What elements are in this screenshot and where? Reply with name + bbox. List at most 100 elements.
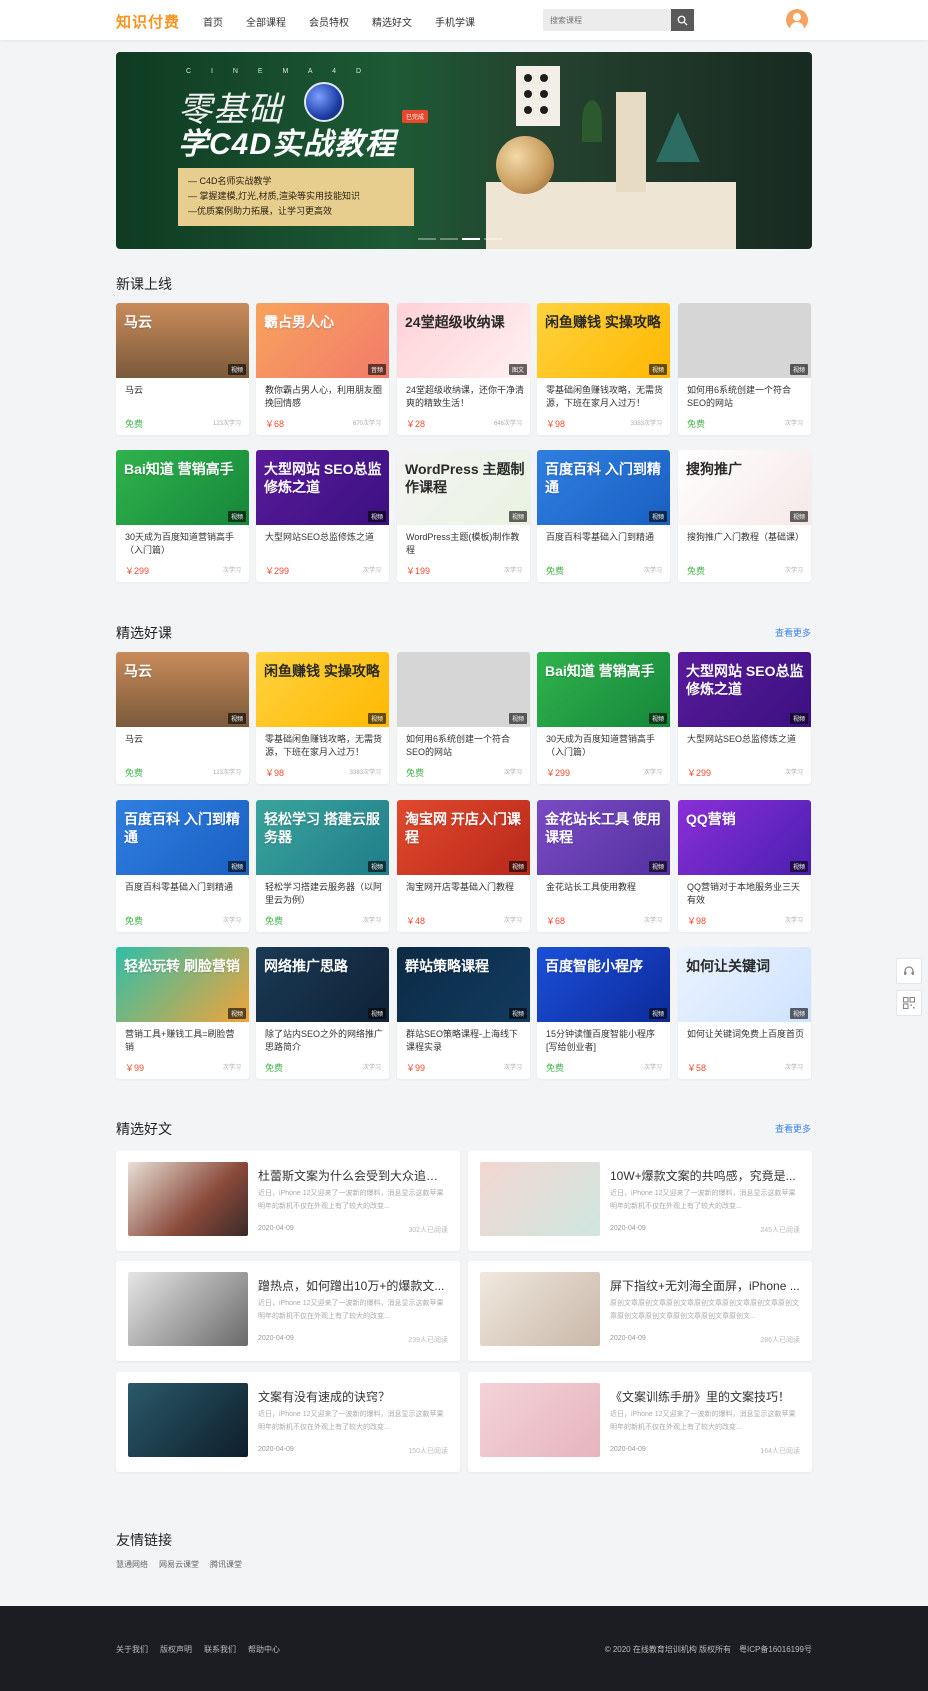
course-title[interactable]: 30天成为百度知道营销高手（入门篇） [125,531,243,557]
course-title[interactable]: 除了站内SEO之外的网络推广思路简介 [265,1028,383,1054]
course-title[interactable]: 群站SEO策略课程-上海线下课程实录 [406,1028,524,1054]
article-card[interactable]: 《文案训练手册》里的文案技巧！ 近日，iPhone 12又迎来了一波新的爆料，消息… [468,1372,812,1472]
nav-articles[interactable]: 精选好文 [372,14,412,29]
nav-home[interactable]: 首页 [203,14,223,29]
course-title[interactable]: 如何用6系统创建一个符合SEO的网站 [406,733,524,759]
course-title[interactable]: 轻松学习搭建云服务器（以阿里云为例） [265,881,383,907]
article-thumbnail[interactable] [128,1383,248,1457]
course-title[interactable]: WordPress主题(模板)制作教程 [406,531,524,557]
course-card[interactable]: QQ营销 视频 QQ营销对于本地服务业三天有效 ￥98 次学习 [678,800,811,932]
course-card[interactable]: 马云 视频 马云 免费 123次学习 [116,303,249,435]
course-card[interactable]: WordPress 主题制作课程 视频 WordPress主题(模板)制作教程 ￥19… [397,450,530,582]
course-card[interactable]: Bai知道 营销高手 视频 30天成为百度知道营销高手（入门篇） ￥299 次学习 [116,450,249,582]
course-card[interactable]: 视频 如何用6系统创建一个符合SEO的网站 免费 次学习 [678,303,811,435]
course-card[interactable]: 轻松玩转 刷脸营销 视频 营销工具+赚钱工具=刷脸营销 ￥99 次学习 [116,947,249,1079]
course-thumbnail[interactable]: 大型网站 SEO总监修炼之道 视频 [678,652,811,727]
article-card[interactable]: 蹭热点，如何蹭出10万+的爆款文... 近日，iPhone 12又迎来了一波新的爆… [116,1261,460,1361]
course-thumbnail[interactable]: 霸占男人心 音频 [256,303,389,378]
course-thumbnail[interactable]: 轻松学习 搭建云服务器 视频 [256,800,389,875]
course-card[interactable]: 闲鱼赚钱 实操攻略 视频 零基础闲鱼赚钱攻略，无需货源，下班在家月入过万！ ￥98 33… [537,303,670,435]
course-thumbnail[interactable]: 网络推广思路 视频 [256,947,389,1022]
course-title[interactable]: 教你霸占男人心，利用朋友圈挽回情感 [265,384,383,410]
banner-dot-active[interactable] [462,238,480,240]
article-title[interactable]: 文案有没有速成的诀窍？ [258,1388,448,1405]
course-thumbnail[interactable]: 百度智能小程序 视频 [537,947,670,1022]
course-title[interactable]: 百度百科零基础入门到精通 [546,531,664,557]
course-card[interactable]: 百度百科 入门到精通 视频 百度百科零基础入门到精通 免费 次学习 [537,450,670,582]
featured-more-link[interactable]: 查看更多 [775,626,811,639]
articles-more-link[interactable]: 查看更多 [775,1122,811,1135]
course-card[interactable]: 闲鱼赚钱 实操攻略 视频 零基础闲鱼赚钱攻略，无需货源，下班在家月入过万！ ￥98 33… [256,652,389,784]
qrcode-button[interactable] [896,990,922,1016]
footer-link-contact[interactable]: 联系我们 [204,1644,236,1655]
course-title[interactable]: 金花站长工具使用教程 [546,881,664,907]
course-card[interactable]: 群站策略课程 视频 群站SEO策略课程-上海线下课程实录 ￥99 次学习 [397,947,530,1079]
article-title[interactable]: 10W+爆款文案的共鸣感，究竟是... [610,1167,800,1184]
course-card[interactable]: 马云 视频 马云 免费 123次学习 [116,652,249,784]
course-card[interactable]: Bai知道 营销高手 视频 30天成为百度知道营销高手（入门篇） ￥299 次学习 [537,652,670,784]
article-title[interactable]: 屏下指纹+无刘海全面屏，iPhone ... [610,1277,800,1294]
hero-banner[interactable]: C I N E M A 4 D 零基础 学C4D实战教程 已完成 — C4D名师… [116,52,812,249]
user-avatar[interactable] [786,9,808,31]
course-thumbnail[interactable]: 闲鱼赚钱 实操攻略 视频 [256,652,389,727]
article-card[interactable]: 屏下指纹+无刘海全面屏，iPhone ... 原创文章原创文章原创文章原创文章原创… [468,1261,812,1361]
article-card[interactable]: 10W+爆款文案的共鸣感，究竟是... 近日，iPhone 12又迎来了一波新的爆… [468,1151,812,1251]
banner-dot[interactable] [418,238,436,240]
course-thumbnail[interactable]: 视频 [397,652,530,727]
article-thumbnail[interactable] [128,1162,248,1236]
footer-link-help[interactable]: 帮助中心 [248,1644,280,1655]
course-title[interactable]: 30天成为百度知道营销高手（入门篇） [546,733,664,759]
course-title[interactable]: 淘宝网开店零基础入门教程 [406,881,524,907]
course-card[interactable]: 网络推广思路 视频 除了站内SEO之外的网络推广思路简介 免费 次学习 [256,947,389,1079]
article-thumbnail[interactable] [480,1162,600,1236]
banner-dot[interactable] [440,238,458,240]
course-title[interactable]: 马云 [125,384,243,410]
customer-service-button[interactable] [896,958,922,984]
course-thumbnail[interactable]: 轻松玩转 刷脸营销 视频 [116,947,249,1022]
article-title[interactable]: 蹭热点，如何蹭出10万+的爆款文... [258,1277,448,1294]
course-title[interactable]: 如何用6系统创建一个符合SEO的网站 [687,384,805,410]
friend-link[interactable]: 网易云课堂 [159,1559,199,1570]
article-thumbnail[interactable] [480,1272,600,1346]
course-title[interactable]: 大型网站SEO总监修炼之道 [687,733,805,759]
course-card[interactable]: 霸占男人心 音频 教你霸占男人心，利用朋友圈挽回情感 ￥68 670次学习 [256,303,389,435]
course-title[interactable]: 如何让关键词免费上百度首页 [687,1028,805,1054]
course-thumbnail[interactable]: 闲鱼赚钱 实操攻略 视频 [537,303,670,378]
course-card[interactable]: 轻松学习 搭建云服务器 视频 轻松学习搭建云服务器（以阿里云为例） 免费 次学习 [256,800,389,932]
site-logo[interactable]: 知识付费 [116,11,180,32]
course-thumbnail[interactable]: 淘宝网 开店入门课程 视频 [397,800,530,875]
course-thumbnail[interactable]: 搜狗推广 视频 [678,450,811,525]
course-thumbnail[interactable]: Bai知道 营销高手 视频 [116,450,249,525]
friend-link[interactable]: 腾讯课堂 [210,1559,242,1570]
course-title[interactable]: 大型网站SEO总监修炼之道 [265,531,383,557]
course-thumbnail[interactable]: 百度百科 入门到精通 视频 [116,800,249,875]
course-thumbnail[interactable]: 马云 视频 [116,303,249,378]
course-card[interactable]: 百度智能小程序 视频 15分钟读懂百度智能小程序[写给创业者] 免费 次学习 [537,947,670,1079]
course-thumbnail[interactable]: WordPress 主题制作课程 视频 [397,450,530,525]
course-thumbnail[interactable]: 24堂超级收纳课 图文 [397,303,530,378]
nav-mobile[interactable]: 手机学课 [435,14,475,29]
course-card[interactable]: 24堂超级收纳课 图文 24堂超级收纳课，还你干净清爽的精致生活！ ￥28 646次学习 [397,303,530,435]
search-input[interactable] [543,9,671,31]
course-title[interactable]: 百度百科零基础入门到精通 [125,881,243,907]
footer-link-about[interactable]: 关于我们 [116,1644,148,1655]
article-thumbnail[interactable] [128,1272,248,1346]
course-title[interactable]: 搜狗推广入门教程（基础课） [687,531,805,557]
article-title[interactable]: 杜蕾斯文案为什么会受到大众追捧？ [258,1167,448,1184]
course-card[interactable]: 视频 如何用6系统创建一个符合SEO的网站 免费 次学习 [397,652,530,784]
course-card[interactable]: 百度百科 入门到精通 视频 百度百科零基础入门到精通 免费 次学习 [116,800,249,932]
course-thumbnail[interactable]: 如何让关键词 视频 [678,947,811,1022]
course-title[interactable]: 营销工具+赚钱工具=刷脸营销 [125,1028,243,1054]
course-thumbnail[interactable]: 金花站长工具 使用课程 视频 [537,800,670,875]
course-card[interactable]: 如何让关键词 视频 如何让关键词免费上百度首页 ￥58 次学习 [678,947,811,1079]
course-card[interactable]: 大型网站 SEO总监修炼之道 视频 大型网站SEO总监修炼之道 ￥299 次学习 [256,450,389,582]
course-card[interactable]: 金花站长工具 使用课程 视频 金花站长工具使用教程 ￥68 次学习 [537,800,670,932]
course-title[interactable]: QQ营销对于本地服务业三天有效 [687,881,805,907]
course-title[interactable]: 零基础闲鱼赚钱攻略，无需货源，下班在家月入过万！ [265,733,383,759]
nav-all-courses[interactable]: 全部课程 [246,14,286,29]
article-title[interactable]: 《文案训练手册》里的文案技巧！ [610,1388,800,1405]
course-thumbnail[interactable]: 百度百科 入门到精通 视频 [537,450,670,525]
nav-vip[interactable]: 会员特权 [309,14,349,29]
course-title[interactable]: 零基础闲鱼赚钱攻略，无需货源，下班在家月入过万！ [546,384,664,410]
friend-link[interactable]: 慧通网络 [116,1559,148,1570]
